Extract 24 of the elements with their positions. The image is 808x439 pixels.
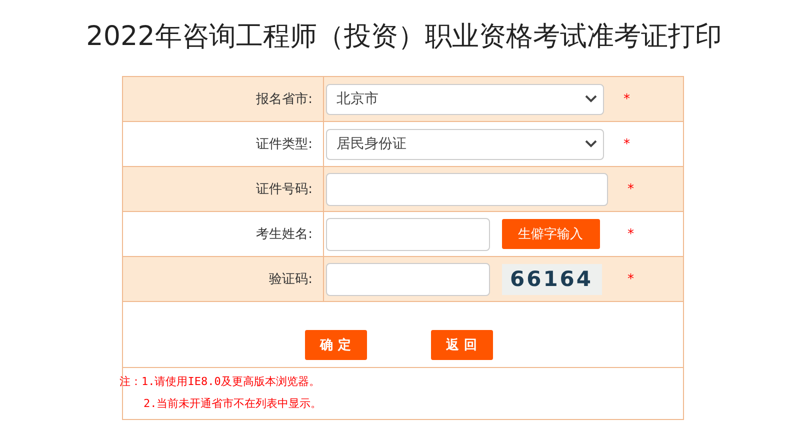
confirm-button[interactable]: 确 定 (304, 330, 366, 360)
required-mark: * (628, 182, 634, 196)
captcha-image: 66164 (502, 264, 602, 294)
chevron-icon (584, 140, 596, 148)
field-label: 考生姓名: (122, 212, 324, 256)
field-label: 验证码: (122, 257, 324, 301)
field-label: 证件类型: (122, 122, 324, 166)
note-text: 注：1.请使用IE8.0及更高版本浏览器。 (120, 374, 321, 389)
dropdown[interactable]: 居民身份证 (326, 128, 604, 160)
field-label: 报名省市: (122, 77, 324, 121)
chevron-icon (584, 95, 596, 103)
input-field[interactable] (326, 172, 608, 206)
required-mark: * (624, 92, 630, 106)
note-text: 2.当前未开通省市不在列表中显示。 (142, 396, 323, 411)
required-mark: * (624, 136, 630, 152)
input-field[interactable] (326, 218, 490, 250)
required-mark: * (628, 272, 634, 286)
page-title: 2022年咨询工程师（投资）职业资格考试准考证打印 (86, 20, 722, 54)
rare-character-button[interactable]: 生僻字输入 (502, 219, 600, 249)
dropdown[interactable]: 北京市 (326, 84, 604, 114)
required-mark: * (628, 226, 634, 242)
back-button[interactable]: 返 回 (430, 330, 492, 360)
field-label: 证件号码: (122, 167, 324, 211)
input-field[interactable] (326, 262, 490, 296)
